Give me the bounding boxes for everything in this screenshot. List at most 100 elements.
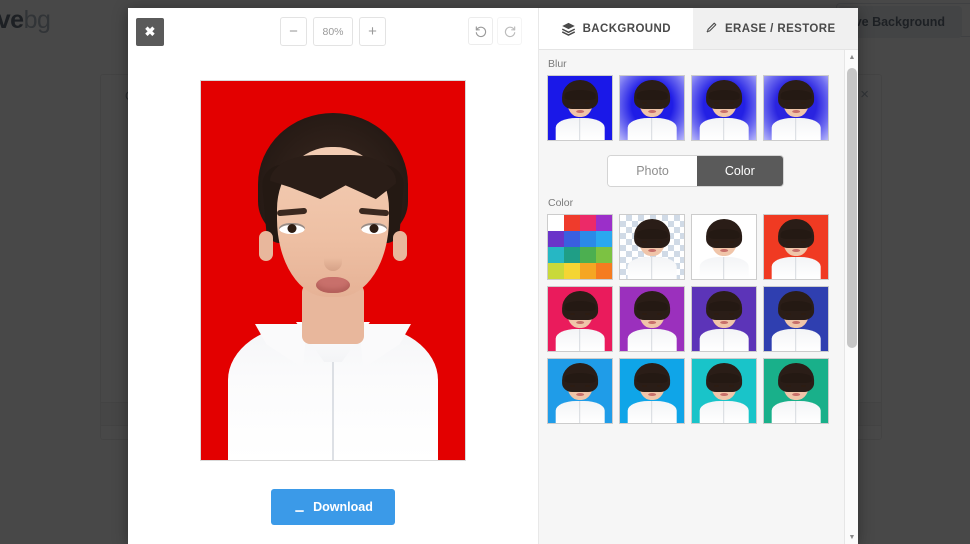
canvas-stage[interactable] <box>128 56 538 470</box>
picker-swatch-11[interactable] <box>596 247 612 263</box>
brush-icon <box>706 22 717 33</box>
blur-thumbnail-grid <box>547 75 835 141</box>
color-thumbnail-turquoise[interactable] <box>691 358 757 424</box>
thumb-fringe <box>564 373 596 383</box>
picker-swatch-0[interactable] <box>548 215 564 231</box>
thumb-mouth <box>648 392 656 397</box>
thumb-mouth <box>576 109 584 114</box>
picker-swatch-7[interactable] <box>596 231 612 247</box>
color-thumbnail-white[interactable] <box>691 214 757 280</box>
thumb-eye-left <box>569 312 575 316</box>
edited-photo[interactable] <box>200 80 466 461</box>
color-thumbnail-red[interactable] <box>763 214 829 280</box>
thumb-eye-left <box>713 312 719 316</box>
picker-swatch-6[interactable] <box>580 231 596 247</box>
tab-erase-restore[interactable]: ERASE / RESTORE <box>692 8 846 49</box>
picker-swatch-15[interactable] <box>596 263 612 279</box>
photo-toggle-button[interactable]: Photo <box>608 156 697 186</box>
thumb-body <box>627 257 677 279</box>
thumb-mouth <box>792 109 800 114</box>
blur-thumbnail-0[interactable] <box>547 75 613 141</box>
thumb-eye-left <box>785 384 791 388</box>
picker-swatch-12[interactable] <box>548 263 564 279</box>
picker-swatch-4[interactable] <box>548 231 564 247</box>
thumb-fringe <box>780 301 812 311</box>
picker-swatch-5[interactable] <box>564 231 580 247</box>
thumb-mouth <box>576 320 584 325</box>
thumb-body <box>771 118 821 140</box>
settings-scrollbar[interactable]: ▲ ▼ <box>844 50 858 544</box>
thumb-body <box>627 401 677 423</box>
color-thumbnail-indigo[interactable] <box>763 286 829 352</box>
thumb-mouth <box>720 392 728 397</box>
thumb-fringe <box>780 229 812 239</box>
color-section-label: Color <box>548 197 574 209</box>
thumb-mouth <box>792 248 800 253</box>
zoom-level-display[interactable]: 80% <box>313 17 353 46</box>
color-thumbnail-azure[interactable] <box>547 358 613 424</box>
color-thumbnail-purple[interactable] <box>619 286 685 352</box>
picker-swatch-2[interactable] <box>580 215 596 231</box>
settings-tab-bar: BACKGROUND ERASE / RESTORE <box>539 8 858 50</box>
zoom-in-button[interactable]: + <box>359 17 386 46</box>
picker-swatch-8[interactable] <box>548 247 564 263</box>
color-thumbnail-transparent[interactable] <box>619 214 685 280</box>
picker-swatch-3[interactable] <box>596 215 612 231</box>
thumb-body <box>699 118 749 140</box>
scrollbar-thumb[interactable] <box>847 68 857 348</box>
download-icon <box>295 502 304 512</box>
picker-swatch-14[interactable] <box>580 263 596 279</box>
color-thumbnail-violet[interactable] <box>691 286 757 352</box>
scrollbar-up-arrow[interactable]: ▲ <box>845 50 859 64</box>
thumb-eye-left <box>785 101 791 105</box>
redo-button[interactable] <box>497 17 522 45</box>
zoom-out-button[interactable]: − <box>280 17 307 46</box>
layers-icon <box>561 22 575 36</box>
thumb-mouth <box>720 320 728 325</box>
blur-thumbnail-2[interactable] <box>691 75 757 141</box>
portrait-mouth <box>316 277 350 293</box>
thumb-eye-left <box>785 240 791 244</box>
undo-icon <box>475 26 486 38</box>
picker-swatch-9[interactable] <box>564 247 580 263</box>
thumb-fringe <box>708 229 740 239</box>
tab-background-label: BACKGROUND <box>582 22 671 35</box>
color-toggle-button[interactable]: Color <box>696 156 783 186</box>
thumb-body <box>771 401 821 423</box>
thumb-eye-left <box>713 101 719 105</box>
undo-button[interactable] <box>468 17 493 45</box>
color-thumbnail-teal-green[interactable] <box>763 358 829 424</box>
picker-swatch-1[interactable] <box>564 215 580 231</box>
portrait-nose <box>324 249 342 271</box>
color-thumbnail-grid <box>547 214 835 424</box>
thumb-eye-left <box>641 240 647 244</box>
color-thumbnail-sky-blue[interactable] <box>619 358 685 424</box>
scrollbar-down-arrow[interactable]: ▼ <box>845 530 859 544</box>
portrait-eye-right <box>361 223 387 234</box>
blur-thumbnail-1[interactable] <box>619 75 685 141</box>
thumb-eye-left <box>641 384 647 388</box>
thumb-body <box>555 329 605 351</box>
thumb-fringe <box>636 229 668 239</box>
picker-swatch-10[interactable] <box>580 247 596 263</box>
tab-bar-spacer <box>846 8 858 49</box>
thumb-mouth <box>648 320 656 325</box>
color-picker-grid <box>548 215 612 279</box>
blur-thumbnail-3[interactable] <box>763 75 829 141</box>
download-button[interactable]: Download <box>271 489 395 525</box>
download-row: Download <box>128 470 538 544</box>
tab-background[interactable]: BACKGROUND <box>539 8 693 49</box>
thumb-mouth <box>720 248 728 253</box>
thumb-fringe <box>636 373 668 383</box>
thumb-fringe <box>636 90 668 100</box>
thumb-eye-left <box>713 240 719 244</box>
thumb-eye-left <box>713 384 719 388</box>
picker-swatch-13[interactable] <box>564 263 580 279</box>
thumb-eye-left <box>785 312 791 316</box>
color-thumbnail-crimson[interactable] <box>547 286 613 352</box>
close-editor-button[interactable]: ✖ <box>136 18 164 46</box>
portrait-ear-right <box>393 231 407 261</box>
color-picker-swatch[interactable] <box>547 214 613 280</box>
thumb-fringe <box>636 301 668 311</box>
redo-icon <box>504 26 515 38</box>
